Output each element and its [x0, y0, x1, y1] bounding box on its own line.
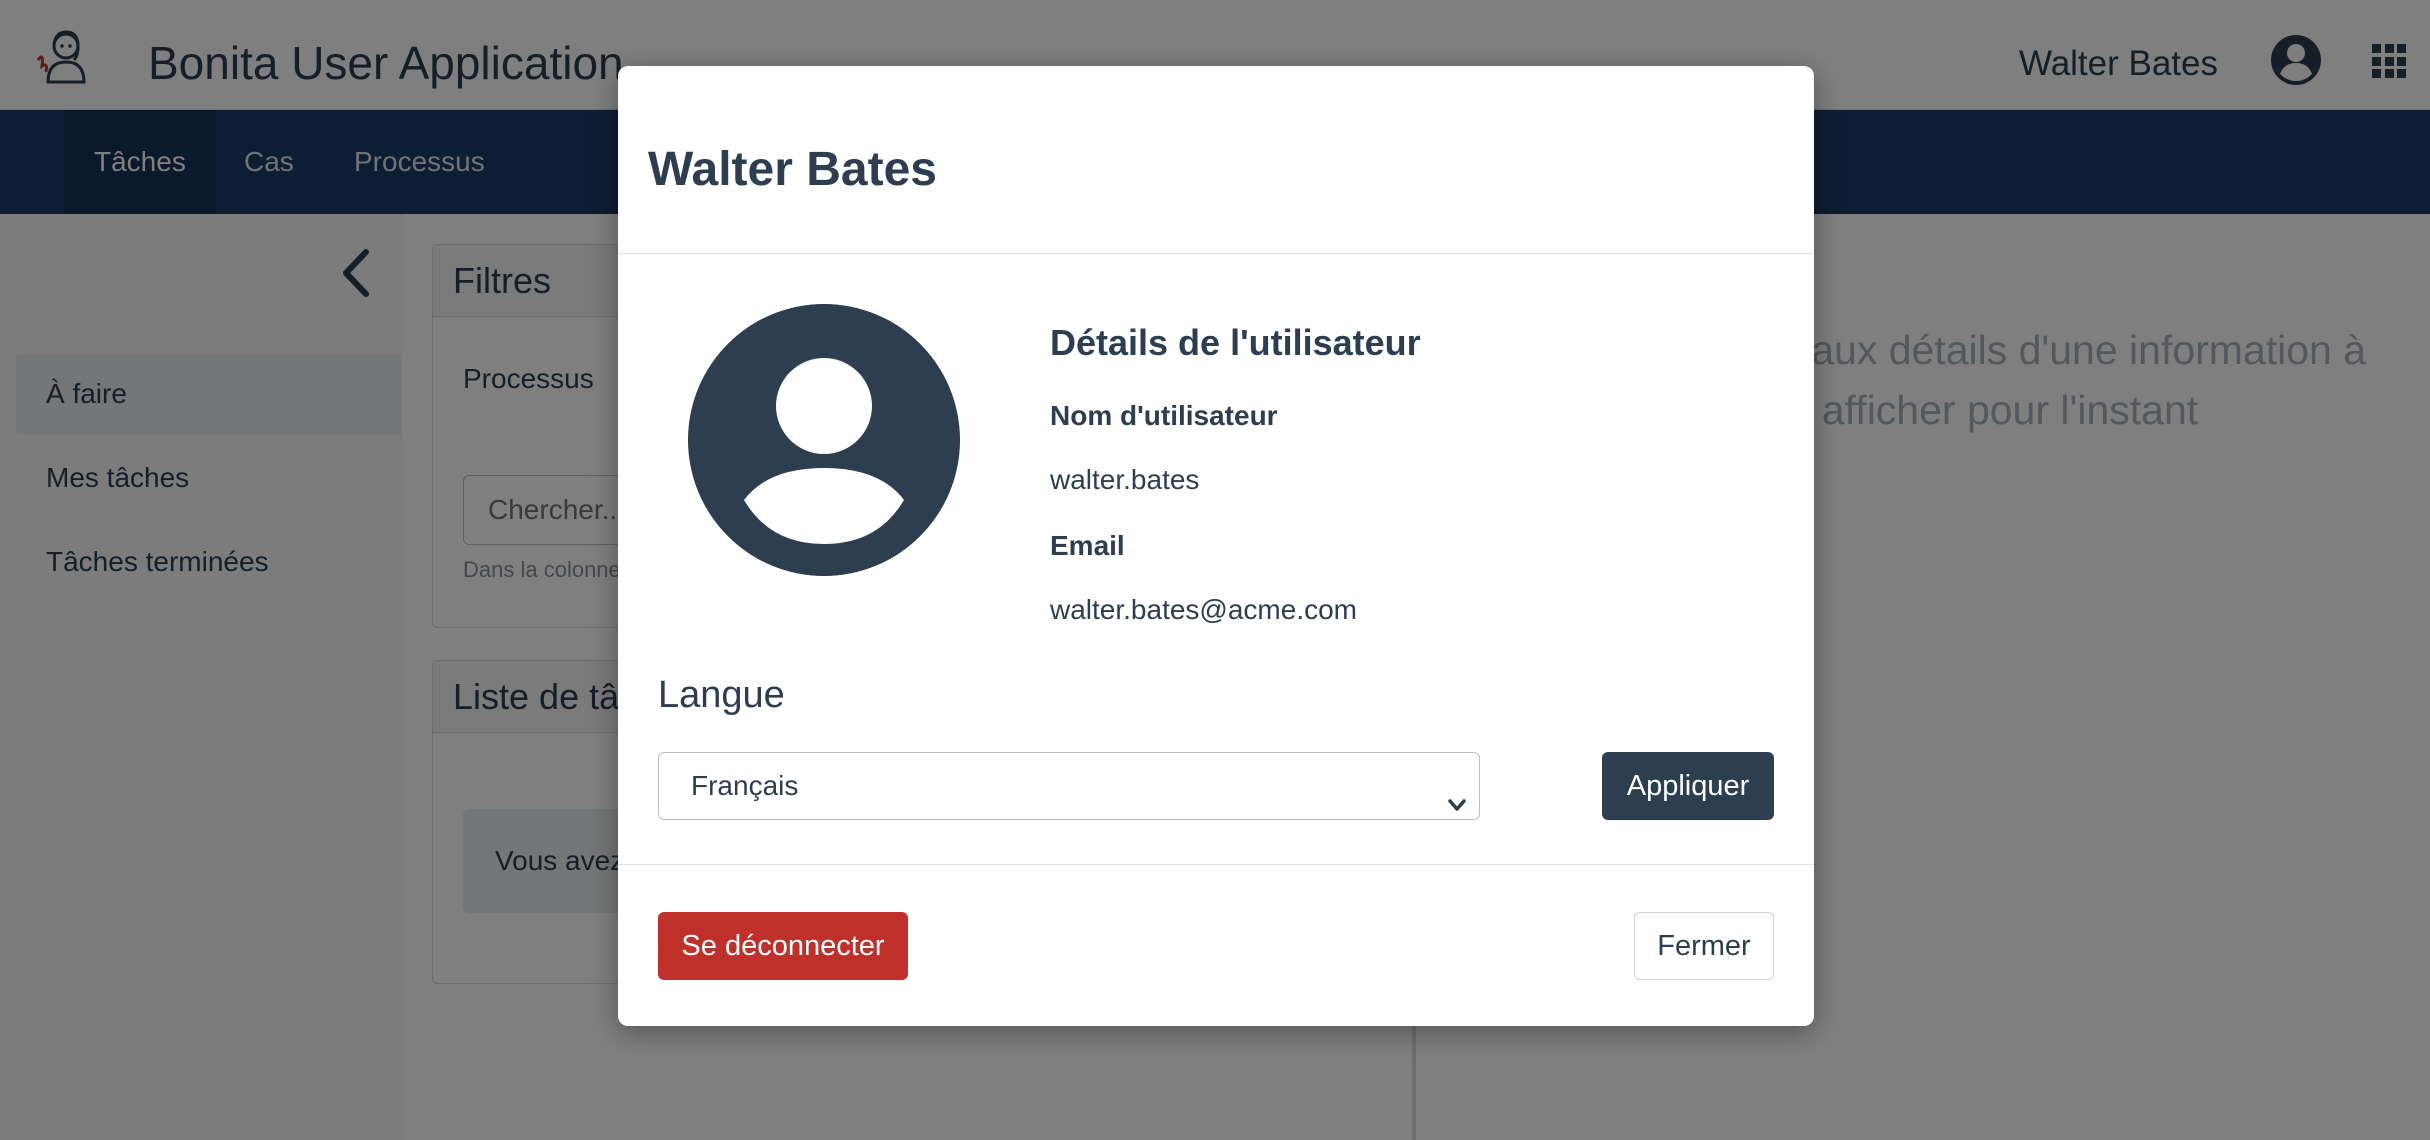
username-label: Nom d'utilisateur: [1050, 400, 1278, 431]
email-label: Email: [1050, 530, 1125, 561]
username-value: walter.bates: [1050, 464, 1200, 495]
modal-header: Walter Bates: [618, 66, 1814, 254]
modal-title: Walter Bates: [648, 143, 937, 196]
language-title: Langue: [658, 674, 785, 716]
logout-button[interactable]: Se déconnecter: [658, 912, 908, 980]
language-select[interactable]: Français: [658, 752, 1480, 820]
close-button[interactable]: Fermer: [1634, 912, 1774, 980]
chevron-down-icon: [1445, 775, 1469, 811]
user-profile-modal: Walter Bates Détails de l'utilisateur No…: [618, 66, 1814, 1026]
user-avatar-icon: [688, 304, 960, 576]
user-details-title: Détails de l'utilisateur: [1050, 322, 1421, 363]
modal-footer-divider: [618, 864, 1814, 865]
apply-button[interactable]: Appliquer: [1602, 752, 1774, 820]
language-selected-value: Français: [691, 770, 799, 801]
email-value: walter.bates@acme.com: [1050, 594, 1357, 625]
